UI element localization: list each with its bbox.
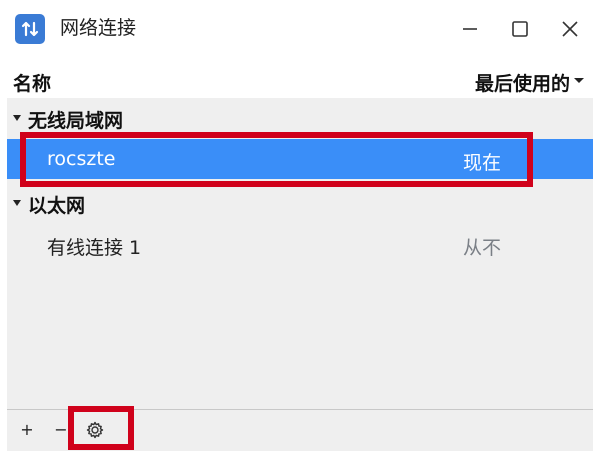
- connection-last-used: 现在: [462, 152, 501, 174]
- expand-toggle-icon[interactable]: [13, 200, 21, 206]
- connection-last-used: 从不: [462, 237, 501, 259]
- network-transfer-icon: [15, 14, 45, 44]
- column-last-used-header[interactable]: 最后使用的: [475, 69, 570, 96]
- minimize-button[interactable]: [455, 14, 485, 44]
- title-bar: 网络连接: [0, 0, 600, 58]
- group-wireless[interactable]: 无线局域网: [7, 98, 593, 138]
- minimize-icon: [463, 28, 477, 30]
- connection-row-wired-1[interactable]: 有线连接 1 从不: [7, 224, 593, 264]
- expand-toggle-icon[interactable]: [13, 115, 21, 121]
- group-label: 以太网: [28, 195, 86, 217]
- gear-icon: [86, 421, 104, 439]
- column-name-header[interactable]: 名称: [13, 69, 51, 96]
- window-title: 网络连接: [60, 17, 137, 39]
- close-icon: [562, 21, 578, 37]
- connection-list: 无线局域网 rocszte 现在 以太网 有线连接 1 从不: [7, 98, 593, 409]
- add-connection-button[interactable]: +: [15, 418, 39, 442]
- connection-name: 有线连接 1: [47, 237, 142, 259]
- column-header: 名称 最后使用的: [0, 62, 600, 98]
- bottom-toolbar: + −: [7, 409, 593, 451]
- maximize-icon: [512, 21, 528, 37]
- sort-down-icon[interactable]: [574, 78, 584, 83]
- group-ethernet[interactable]: 以太网: [7, 183, 593, 223]
- connection-name: rocszte: [47, 148, 116, 170]
- settings-button[interactable]: [83, 418, 107, 442]
- close-button[interactable]: [555, 14, 585, 44]
- network-connections-window: 网络连接 名称 最后使用的 无线局域网 rocszte 现在 以太网 有线连接 …: [0, 0, 600, 457]
- connection-row-rocszte[interactable]: rocszte 现在: [7, 139, 593, 179]
- group-label: 无线局域网: [28, 110, 124, 132]
- remove-connection-button[interactable]: −: [49, 418, 73, 442]
- maximize-button[interactable]: [505, 14, 535, 44]
